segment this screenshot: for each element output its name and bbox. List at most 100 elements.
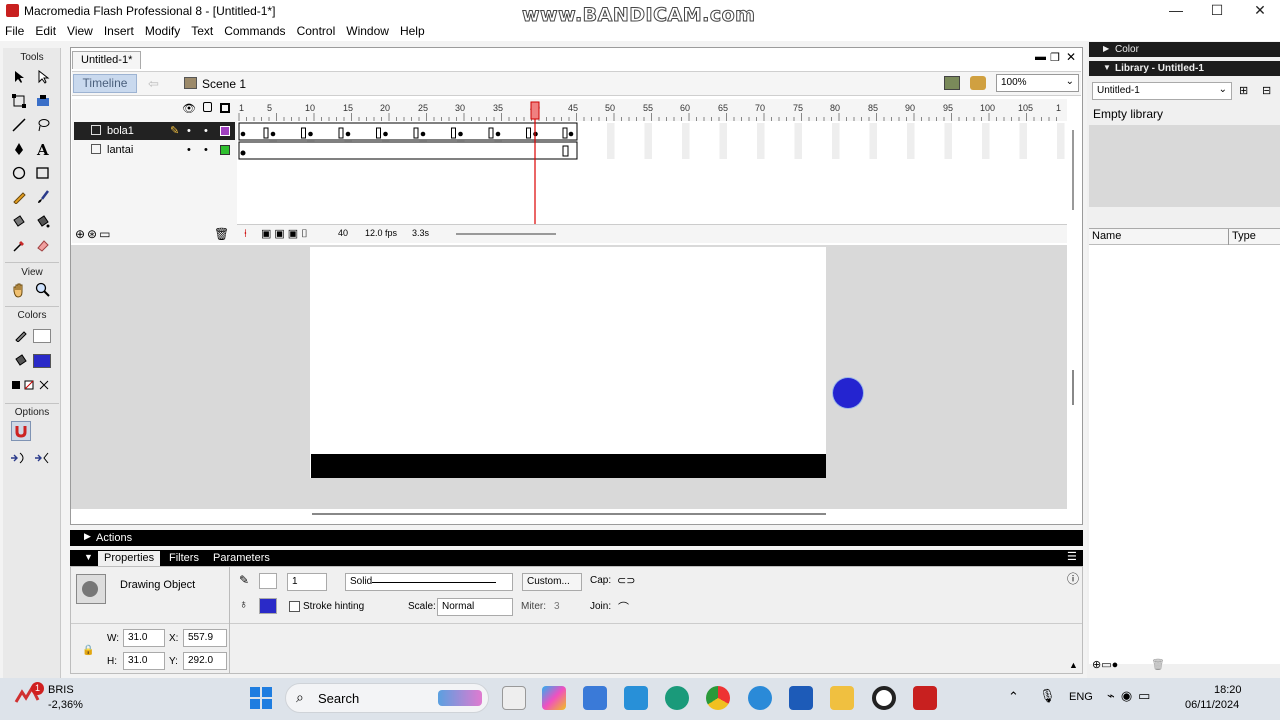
edit-scene-icon[interactable]: [944, 76, 960, 90]
doc-minimize-icon[interactable]: ▬: [1035, 51, 1046, 63]
subselect-tool-icon[interactable]: [33, 67, 53, 87]
new-library-panel-icon[interactable]: ⊞: [1239, 84, 1248, 97]
stroke-width-input[interactable]: 1: [287, 573, 327, 591]
menu-text[interactable]: Text: [186, 22, 218, 41]
minimize-button[interactable]: —: [1156, 0, 1196, 22]
width-input[interactable]: 31.0: [123, 629, 165, 647]
color-panel-header[interactable]: ▶ Color: [1089, 42, 1280, 57]
eraser-tool-icon[interactable]: [33, 235, 53, 255]
fill-color-button[interactable]: [259, 598, 277, 614]
arrow-tool-icon[interactable]: [9, 67, 29, 87]
menu-view[interactable]: View: [62, 22, 98, 41]
doc-restore-icon[interactable]: ❐: [1050, 51, 1060, 64]
menu-file[interactable]: File: [0, 22, 29, 41]
actions-panel-header[interactable]: ▶ Actions: [70, 530, 1083, 546]
edge-icon[interactable]: [665, 686, 689, 710]
doc-close-icon[interactable]: ✕: [1066, 50, 1076, 64]
panel-menu-icon[interactable]: ☰: [1067, 550, 1077, 563]
rectangle-tool-icon[interactable]: [33, 163, 53, 183]
tab-filters[interactable]: Filters: [169, 552, 199, 564]
menu-control[interactable]: Control: [292, 22, 341, 41]
visibility-dot[interactable]: •: [187, 141, 191, 159]
custom-button[interactable]: Custom...: [522, 573, 582, 591]
pin-library-icon[interactable]: ⊟: [1262, 84, 1271, 97]
taskbar-search[interactable]: ⌕ Search: [285, 683, 489, 713]
windows-start-icon[interactable]: [250, 687, 272, 709]
layer-lantai[interactable]: lantai • •: [74, 141, 235, 159]
lock-dot[interactable]: •: [204, 122, 208, 140]
collapse-arrow-icon[interactable]: ▼: [84, 552, 93, 562]
layer-bola1[interactable]: bola1 ✎ • •: [74, 122, 235, 140]
fill-color-swatch[interactable]: [33, 354, 51, 368]
clock-time[interactable]: 18:20: [1214, 684, 1242, 696]
store-icon[interactable]: [583, 686, 607, 710]
floor-shape[interactable]: [311, 454, 826, 478]
layer-outline-color[interactable]: [220, 126, 230, 136]
eye-icon[interactable]: 👁: [182, 102, 196, 115]
smooth-icon[interactable]: [9, 448, 29, 468]
flash-taskbar-icon[interactable]: [913, 686, 937, 710]
stage-hscrollbar[interactable]: [312, 513, 826, 515]
oval-tool-icon[interactable]: [9, 163, 29, 183]
menu-edit[interactable]: Edit: [30, 22, 61, 41]
fill-transform-tool-icon[interactable]: [33, 91, 53, 111]
scale-select[interactable]: Normal: [437, 598, 513, 616]
delete-layer-icon[interactable]: 🗑: [214, 227, 229, 241]
file-explorer-icon[interactable]: [830, 686, 854, 710]
lasso-tool-icon[interactable]: [33, 115, 53, 135]
height-input[interactable]: 31.0: [123, 652, 165, 670]
text-tool-icon[interactable]: A: [33, 139, 53, 159]
system-tray-icons[interactable]: ⌁◉▭: [1107, 688, 1156, 704]
timeline-scrollbar[interactable]: [456, 233, 556, 235]
snap-magnet-icon[interactable]: [11, 421, 31, 441]
microphone-icon[interactable]: 🎙: [1039, 688, 1056, 704]
brush-tool-icon[interactable]: [33, 187, 53, 207]
stage-vscrollbar[interactable]: [1072, 370, 1074, 405]
record-icon[interactable]: [872, 686, 896, 710]
frame-rate-value[interactable]: 12.0 fps: [365, 228, 397, 238]
edit-symbols-icon[interactable]: [970, 76, 986, 90]
maximize-button[interactable]: ☐: [1197, 0, 1237, 22]
library-document-select[interactable]: Untitled-1 ⌄: [1092, 82, 1232, 100]
library-column-name[interactable]: Name: [1092, 230, 1121, 242]
y-input[interactable]: 292.0: [183, 652, 227, 670]
ink-bottle-tool-icon[interactable]: [9, 211, 29, 231]
pen-tool-icon[interactable]: [9, 139, 29, 159]
scene-label[interactable]: Scene 1: [202, 77, 246, 91]
help-icon[interactable]: ⓘ: [1067, 570, 1079, 587]
zoom-tool-icon[interactable]: [33, 280, 53, 300]
x-input[interactable]: 557.9: [183, 629, 227, 647]
chrome-icon[interactable]: [706, 686, 730, 710]
timeline-vscrollbar[interactable]: [1072, 130, 1074, 210]
back-arrow-icon[interactable]: ⇦: [148, 76, 159, 92]
language-indicator[interactable]: ENG: [1069, 691, 1093, 703]
visibility-dot[interactable]: •: [187, 122, 191, 140]
help-app-icon[interactable]: [748, 686, 772, 710]
stroke-color-button[interactable]: [259, 573, 277, 589]
show-hidden-icons[interactable]: ⌃: [1008, 689, 1019, 705]
ball-shape[interactable]: [833, 378, 863, 408]
app-icon[interactable]: [624, 686, 648, 710]
cap-select-icon[interactable]: ⊂⊃: [617, 574, 635, 587]
copilot-icon[interactable]: [542, 686, 566, 710]
stage[interactable]: [310, 247, 826, 478]
free-transform-tool-icon[interactable]: [9, 91, 29, 111]
insert-layer-icons[interactable]: ⊕⊛▭: [75, 227, 112, 241]
pencil-tool-icon[interactable]: [9, 187, 29, 207]
timeline-toggle-button[interactable]: Timeline: [73, 74, 137, 93]
join-select-icon[interactable]: ⌒: [618, 599, 629, 615]
stroke-color-swatch[interactable]: [33, 329, 51, 343]
expand-panel-icon[interactable]: ▲: [1069, 660, 1078, 670]
paint-bucket-tool-icon[interactable]: [33, 211, 53, 231]
library-list[interactable]: Name Type: [1089, 228, 1280, 664]
swap-colors-icon[interactable]: [9, 375, 57, 395]
line-tool-icon[interactable]: [9, 115, 29, 135]
hand-tool-icon[interactable]: [9, 280, 29, 300]
eyedropper-tool-icon[interactable]: [9, 235, 29, 255]
delete-symbol-icon[interactable]: 🗑: [1151, 658, 1165, 671]
tab-parameters[interactable]: Parameters: [213, 552, 270, 564]
menu-modify[interactable]: Modify: [140, 22, 185, 41]
document-tab[interactable]: Untitled-1*: [72, 51, 142, 69]
task-view-icon[interactable]: [502, 686, 526, 710]
library-panel-header[interactable]: ▼ Library - Untitled-1: [1089, 61, 1280, 76]
